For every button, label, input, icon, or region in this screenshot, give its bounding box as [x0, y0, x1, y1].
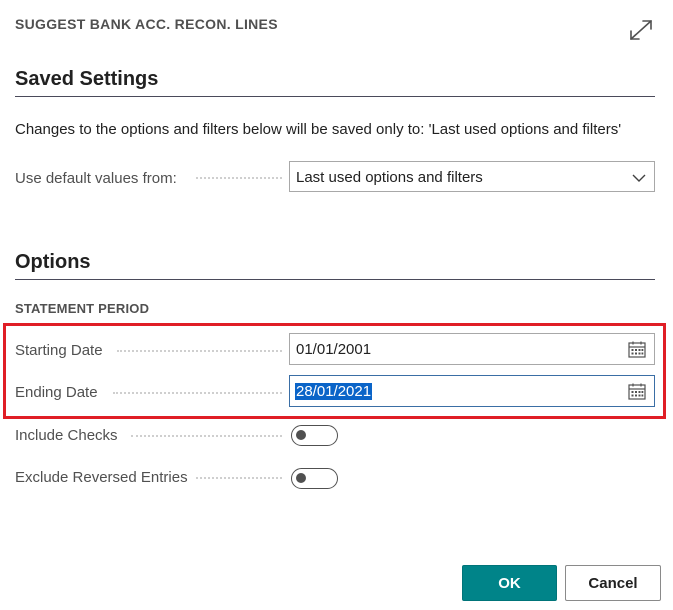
ending-date-field[interactable]: 28/01/2021: [289, 375, 655, 407]
exclude-reversed-leader: [196, 477, 282, 479]
saved-settings-info: Changes to the options and filters below…: [15, 121, 622, 138]
include-checks-leader: [131, 435, 282, 437]
default-values-leader: [196, 177, 282, 179]
include-checks-label: Include Checks: [15, 427, 118, 444]
default-values-select[interactable]: Last used options and filters: [289, 161, 655, 192]
options-heading: Options: [15, 251, 91, 273]
exclude-reversed-label: Exclude Reversed Entries: [15, 469, 188, 486]
ok-button[interactable]: OK: [462, 565, 557, 601]
starting-date-field[interactable]: 01/01/2001: [289, 333, 655, 365]
statement-period-heading: STATEMENT PERIOD: [15, 301, 150, 316]
toggle-knob: [296, 473, 306, 483]
ending-date-leader: [113, 392, 282, 394]
dialog-title: SUGGEST BANK ACC. RECON. LINES: [15, 16, 278, 32]
calendar-icon[interactable]: [628, 383, 646, 400]
starting-date-value: 01/01/2001: [296, 341, 372, 358]
default-values-label: Use default values from:: [15, 170, 177, 187]
options-divider: [15, 279, 655, 280]
ending-date-label: Ending Date: [15, 384, 98, 401]
starting-date-label: Starting Date: [15, 342, 103, 359]
include-checks-toggle[interactable]: [291, 425, 338, 446]
exclude-reversed-toggle[interactable]: [291, 468, 338, 489]
saved-settings-divider: [15, 96, 655, 97]
calendar-icon[interactable]: [628, 341, 646, 358]
default-values-selected: Last used options and filters: [296, 169, 483, 186]
toggle-knob: [296, 430, 306, 440]
expand-icon[interactable]: [628, 18, 654, 42]
ending-date-value: 28/01/2021: [295, 383, 373, 400]
cancel-button[interactable]: Cancel: [565, 565, 661, 601]
saved-settings-heading: Saved Settings: [15, 68, 159, 90]
starting-date-leader: [117, 350, 282, 352]
chevron-down-icon: [632, 171, 646, 183]
